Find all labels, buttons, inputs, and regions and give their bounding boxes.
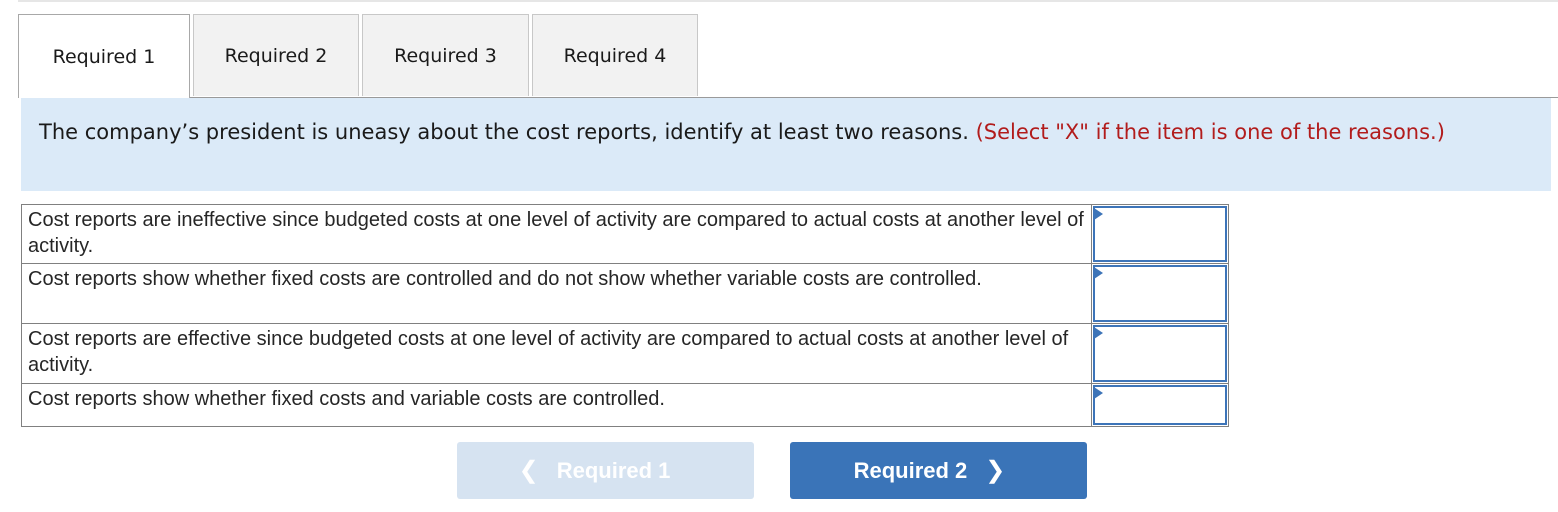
prev-required-button[interactable]: ❮ Required 1 bbox=[457, 442, 754, 499]
dropdown-indicator-icon bbox=[1094, 208, 1103, 220]
dropdown-indicator-icon bbox=[1094, 387, 1103, 399]
answer-dropdown[interactable] bbox=[1093, 385, 1227, 425]
answer-dropdown[interactable] bbox=[1093, 265, 1227, 322]
prev-button-label: Required 1 bbox=[556, 457, 671, 483]
instruction-panel: The company’s president is uneasy about … bbox=[21, 98, 1551, 191]
reason-text: Cost reports show whether fixed costs ar… bbox=[21, 263, 1092, 324]
tab-required-3[interactable]: Required 3 bbox=[362, 14, 529, 96]
reason-text: Cost reports are effective since budgete… bbox=[21, 323, 1092, 384]
tab-required-1[interactable]: Required 1 bbox=[18, 14, 190, 98]
instruction-text: The company’s president is uneasy about … bbox=[39, 120, 969, 144]
tab-required-2[interactable]: Required 2 bbox=[193, 14, 359, 96]
chevron-right-icon: ❯ bbox=[985, 457, 1006, 484]
answer-dropdown[interactable] bbox=[1093, 206, 1227, 262]
table-row: Cost reports are ineffective since budge… bbox=[21, 204, 1229, 264]
tab-required-4[interactable]: Required 4 bbox=[532, 14, 698, 96]
table-row: Cost reports are effective since budgete… bbox=[21, 323, 1229, 384]
reason-text: Cost reports are ineffective since budge… bbox=[21, 204, 1092, 264]
reason-text: Cost reports show whether fixed costs an… bbox=[21, 383, 1092, 427]
reasons-table: Cost reports are ineffective since budge… bbox=[21, 204, 1229, 427]
answer-dropdown[interactable] bbox=[1093, 325, 1227, 382]
table-row: Cost reports show whether fixed costs an… bbox=[21, 383, 1229, 427]
table-row: Cost reports show whether fixed costs ar… bbox=[21, 263, 1229, 324]
next-button-label: Required 2 bbox=[853, 457, 968, 483]
instruction-note: (Select "X" if the item is one of the re… bbox=[975, 120, 1445, 144]
chevron-left-icon: ❮ bbox=[518, 457, 539, 484]
next-required-button[interactable]: Required 2 ❯ bbox=[790, 442, 1087, 499]
top-divider bbox=[18, 0, 1558, 2]
dropdown-indicator-icon bbox=[1094, 267, 1103, 279]
dropdown-indicator-icon bbox=[1094, 327, 1103, 339]
